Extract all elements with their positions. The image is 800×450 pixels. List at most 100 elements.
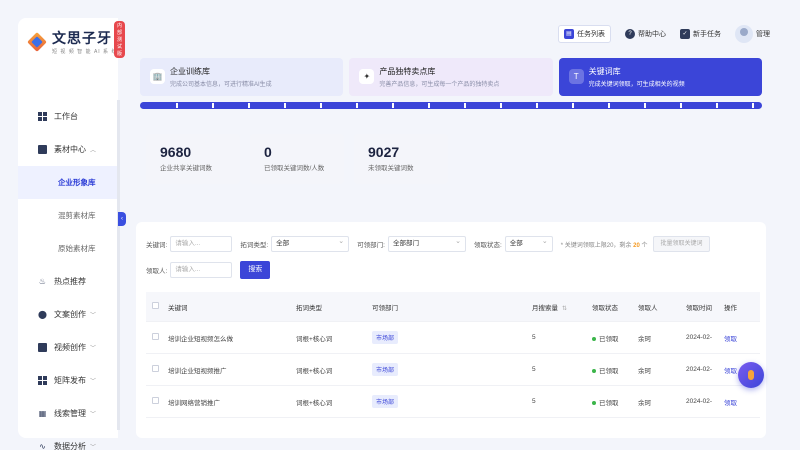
- keyword-input[interactable]: 请输入...: [170, 236, 233, 252]
- chevron-down-icon: ﹀: [90, 379, 97, 385]
- ruler-tick: [428, 103, 430, 108]
- sidebar-item-workbench[interactable]: 工作台: [18, 100, 118, 133]
- fire-icon: ♨: [38, 277, 47, 286]
- dept-tag: 市场部: [372, 363, 399, 376]
- task-list-icon: ▤: [564, 29, 574, 39]
- product-icon: ✦: [359, 69, 375, 84]
- sidebar-item-video-creation[interactable]: 视频创作 ﹀: [18, 331, 118, 364]
- ruler-tick: [608, 103, 610, 108]
- cell-volume: 5: [532, 398, 536, 405]
- stat-claimed-keywords: 0 已领取关键词数/人数: [250, 134, 344, 184]
- cell-time: 2024-02-: [686, 398, 713, 405]
- sidebar-item-copywriting[interactable]: ⬤ 文案创作 ﹀: [18, 298, 118, 331]
- cell-time: 2024-02-: [686, 366, 713, 373]
- logo[interactable]: 文思子牙 短 视 频 智 能 AI 系 统: [26, 28, 117, 55]
- newbie-task-button[interactable]: ✓ 新手任务: [680, 29, 721, 39]
- ruler-tick: [644, 103, 646, 108]
- table-row: 培训网络营销推广 词根+核心词 市场部 5 已领取 余珂 2024-02- 领取: [146, 386, 760, 418]
- checklist-icon: ✓: [680, 29, 690, 39]
- sidebar-scrollbar[interactable]: [117, 100, 120, 430]
- expand-type-select[interactable]: 全部: [271, 235, 350, 252]
- ruler-tick: [176, 103, 178, 108]
- sidebar-item-label: 热点推荐: [54, 277, 86, 286]
- folder-icon: [38, 145, 47, 154]
- filter-bar: 关键词: 请输入... 拓词类型: 全部 可领部门: 全部部门 领取状态: 全部…: [146, 234, 766, 286]
- cell-receiver: 余珂: [638, 335, 651, 343]
- cell-volume: 5: [532, 366, 536, 373]
- task-list-button[interactable]: ▤ 任务列表: [558, 25, 611, 43]
- ruler-tick: [212, 103, 214, 108]
- ruler-tick: [680, 103, 682, 108]
- receiver-input[interactable]: 请输入...: [170, 262, 233, 278]
- decorative-ruler: [140, 102, 762, 109]
- sidebar-item-label: 视频创作: [54, 343, 86, 352]
- ruler-tick: [356, 103, 358, 108]
- ruler-tick: [752, 103, 754, 108]
- library-cards: 🏢 企业训练库 完成公司基本信息，可进行精准AI生成 ✦ 产品独特卖点库 完善产…: [140, 58, 762, 96]
- collapse-sidebar-button[interactable]: ‹: [118, 212, 126, 226]
- sidebar-subitem-mix-material[interactable]: 混剪素材库: [18, 199, 118, 232]
- sidebar-item-material-center[interactable]: 素材中心 ︿: [18, 133, 118, 166]
- card-title: 企业训练库: [170, 67, 210, 76]
- search-button[interactable]: 搜索: [240, 261, 271, 279]
- claim-limit-hint: * 关键词领取上限20，剩余 20 个: [560, 242, 648, 249]
- dept-select[interactable]: 全部部门: [387, 235, 466, 252]
- ruler-tick: [248, 103, 250, 108]
- sidebar-item-matrix-publish[interactable]: 矩阵发布 ﹀: [18, 364, 118, 397]
- help-center-button[interactable]: ? 帮助中心: [625, 29, 666, 39]
- expand-type-label: 拓词类型:: [240, 242, 269, 249]
- chevron-down-icon: ﹀: [90, 412, 97, 418]
- card-enterprise-training[interactable]: 🏢 企业训练库 完成公司基本信息，可进行精准AI生成: [140, 58, 344, 96]
- stat-shared-keywords: 9680 企业共享关键词数: [146, 134, 240, 184]
- col-receiver: 领取人: [638, 304, 658, 312]
- sidebar-item-label: 素材中心: [54, 145, 86, 154]
- stats-row: 9680 企业共享关键词数 0 已领取关键词数/人数 9027 未领取关键词数: [146, 134, 448, 184]
- card-keyword-library[interactable]: T 关键词库 完成关键词领取，可生成相关的视频: [558, 58, 762, 96]
- user-name: 管理: [756, 31, 770, 38]
- row-checkbox[interactable]: [152, 397, 159, 404]
- enterprise-icon: 🏢: [150, 69, 165, 84]
- sidebar-item-clue-management[interactable]: ▦ 线索管理 ﹀: [18, 397, 118, 430]
- status-filter-label: 领取状态:: [473, 242, 502, 249]
- sidebar-subitem-corporate-image[interactable]: 企业形象库: [18, 166, 118, 199]
- sidebar-subitem-raw-material[interactable]: 原始素材库: [18, 232, 118, 265]
- select-all-checkbox[interactable]: [152, 302, 159, 309]
- avatar: [735, 25, 753, 43]
- table-row: 培训企业短视频怎么做 词根+核心词 市场部 5 已领取 余珂 2024-02- …: [146, 322, 760, 354]
- logo-icon: [26, 31, 48, 53]
- status-select[interactable]: 全部: [504, 235, 553, 252]
- user-menu[interactable]: 管理: [735, 25, 770, 43]
- sidebar-item-data-analysis[interactable]: ∿ 数据分析 ﹀: [18, 430, 118, 450]
- cell-receiver: 余珂: [638, 399, 651, 407]
- col-volume[interactable]: 月搜索量 ⇅: [532, 302, 592, 312]
- claim-link[interactable]: 领取: [724, 333, 754, 343]
- microphone-icon: [748, 370, 754, 380]
- status-value: 全部: [509, 240, 523, 247]
- cell-volume: 5: [532, 334, 536, 341]
- clue-icon: ▦: [38, 409, 47, 418]
- ruler-tick: [716, 103, 718, 108]
- card-product-selling-points[interactable]: ✦ 产品独特卖点库 完善产品信息，可生成每一个产品的独特卖点: [349, 58, 553, 96]
- stat-label: 已领取关键词数/人数: [264, 165, 325, 172]
- stat-value: 0: [264, 144, 272, 160]
- keyword-filter-label: 关键词:: [146, 242, 168, 249]
- sidebar-nav: 工作台 素材中心 ︿ 企业形象库 混剪素材库 原始素材库 ♨ 热点推荐 ⬤ 文案…: [18, 100, 118, 450]
- sidebar-item-hot-recommend[interactable]: ♨ 热点推荐: [18, 265, 118, 298]
- claim-link[interactable]: 领取: [724, 397, 754, 407]
- status-badge: 已领取: [592, 333, 638, 343]
- sidebar-item-label: 文案创作: [54, 310, 86, 319]
- cell-keyword: 培训企业短视频推广: [168, 367, 227, 375]
- ruler-tick: [392, 103, 394, 108]
- row-checkbox[interactable]: [152, 333, 159, 340]
- batch-claim-button[interactable]: 批量领取关键词: [653, 236, 710, 252]
- col-type: 拓词类型: [296, 304, 322, 312]
- row-checkbox[interactable]: [152, 365, 159, 372]
- voice-assistant-button[interactable]: [738, 362, 764, 388]
- card-desc: 完成关键词领取，可生成相关的视频: [588, 82, 685, 88]
- card-title: 产品独特卖点库: [379, 67, 436, 76]
- sort-icon[interactable]: ⇅: [562, 306, 567, 312]
- keyword-icon: T: [568, 69, 584, 84]
- col-status: 领取状态: [592, 304, 618, 312]
- chevron-down-icon: ﹀: [90, 313, 97, 319]
- help-center-label: 帮助中心: [638, 31, 666, 38]
